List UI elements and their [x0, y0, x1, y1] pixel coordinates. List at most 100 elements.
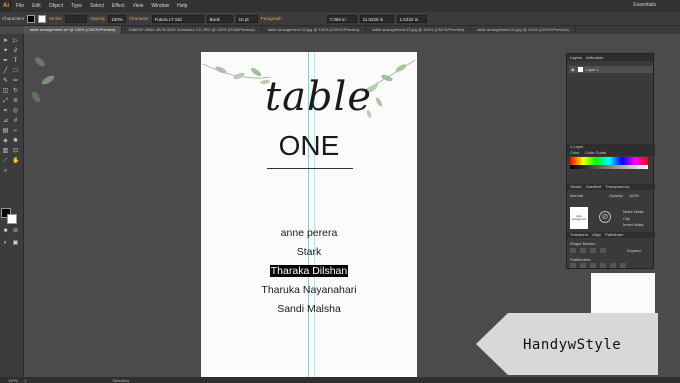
layer-name[interactable]: Layer 1 [586, 67, 599, 72]
eraser-icon[interactable]: ◫ [2, 88, 9, 95]
crop-icon[interactable] [600, 263, 606, 268]
color-spectrum[interactable] [570, 157, 648, 165]
artboard[interactable]: table ONE anne perera Stark Tharaka Dils… [201, 52, 417, 377]
stroke-swatch[interactable] [38, 14, 47, 23]
tab-layers[interactable]: Layers [570, 55, 582, 60]
zoom-level[interactable]: 100% [8, 378, 18, 383]
exclude-icon[interactable] [600, 248, 606, 253]
guest-names-list[interactable]: anne perera Stark Tharaka Dilshan Tharuk… [201, 224, 417, 319]
pen-tool-icon[interactable]: ✒ [2, 58, 9, 65]
draw-mode-icon[interactable]: ◐ [2, 240, 9, 247]
menu-window[interactable]: Window [147, 3, 173, 9]
menu-effect[interactable]: Effect [108, 3, 129, 9]
tab-stroke[interactable]: Stroke [570, 184, 582, 189]
zoom-icon[interactable]: ⌕ [2, 168, 9, 175]
tab-transparency[interactable]: Transparency [605, 184, 629, 189]
font-size-field[interactable]: 10 pt [235, 14, 258, 23]
w-field[interactable]: 1.0432 in [396, 14, 427, 23]
guest-name[interactable]: Stark [201, 243, 417, 262]
free-transform-icon[interactable]: ⌗ [2, 108, 9, 115]
x-field[interactable]: 7.056 in [326, 14, 357, 23]
paragraph-label[interactable]: Paragraph [261, 16, 282, 21]
layer-row[interactable]: ◉ Layer 1 [569, 66, 653, 73]
divide-icon[interactable] [570, 263, 576, 268]
minus-back-icon[interactable] [620, 263, 626, 268]
tab-document[interactable]: table arrangement 02.jpg @ 100% (CMYK/Pr… [262, 26, 367, 34]
expand-button[interactable]: Expand [627, 248, 641, 253]
unite-icon[interactable] [570, 248, 576, 253]
merge-icon[interactable] [590, 263, 596, 268]
scale-icon[interactable]: ⤢ [2, 98, 9, 105]
tab-artboards[interactable]: Artboards [586, 55, 603, 60]
rectangle-tool-icon[interactable]: □ [12, 68, 19, 75]
outline-icon[interactable] [610, 263, 616, 268]
intersect-icon[interactable] [590, 248, 596, 253]
workspace-switcher[interactable]: Essentials [633, 2, 656, 8]
slice-icon[interactable]: ⟋ [2, 158, 9, 165]
trim-icon[interactable] [580, 263, 586, 268]
stroke-label[interactable]: Stroke [49, 16, 62, 21]
y-field[interactable]: 11.0229 in [359, 14, 394, 23]
eye-icon[interactable]: ◉ [571, 67, 575, 72]
stroke-weight-field[interactable] [65, 14, 88, 23]
script-title[interactable]: table [265, 74, 372, 120]
lasso-icon[interactable]: ∂ [12, 48, 19, 55]
stroke-color-box[interactable] [7, 214, 17, 224]
fill-swatch[interactable] [27, 14, 36, 23]
tab-document[interactable]: table arrangement 04.jpg @ 100% (CMYK/Pr… [471, 26, 576, 34]
type-tool-icon[interactable]: T [12, 58, 19, 65]
direct-selection-tool-icon[interactable]: ▷ [12, 38, 19, 45]
tab-color[interactable]: Color [570, 150, 580, 155]
menu-select[interactable]: Select [86, 3, 108, 9]
tab-gradient[interactable]: Gradient [586, 184, 601, 189]
opacity-value[interactable]: 100% [629, 193, 639, 198]
opacity-label[interactable]: Opacity [90, 16, 105, 21]
tab-transform[interactable]: Transform [570, 232, 588, 237]
hand-icon[interactable]: ✋ [12, 158, 19, 165]
selection-tool-icon[interactable]: ➤ [2, 38, 9, 45]
minus-front-icon[interactable] [580, 248, 586, 253]
pencil-icon[interactable]: ✏ [12, 78, 19, 85]
gradient-icon[interactable]: ▤ [2, 128, 9, 135]
menu-file[interactable]: File [12, 3, 28, 9]
rotate-icon[interactable]: ↻ [12, 88, 19, 95]
width-tool-icon[interactable]: ≋ [12, 98, 19, 105]
tab-color-guide[interactable]: Color Guide [585, 150, 606, 155]
blend-mode-select[interactable]: Normal [570, 193, 583, 198]
artboard-tool-icon[interactable]: ⊡ [12, 148, 19, 155]
guest-name-selected[interactable]: Tharaka Dilshan [269, 265, 349, 277]
tab-document[interactable]: table arrangement.ai* @ 100% (CMYK/Previ… [24, 26, 123, 34]
character-label[interactable]: Character [129, 16, 149, 21]
table-number[interactable]: ONE [201, 130, 417, 162]
guest-name[interactable]: Sandi Malsha [201, 300, 417, 319]
color-mode-icon[interactable]: ■ [2, 228, 9, 235]
tab-document[interactable]: table arrangement 03.jpg @ 100% (CMYK/Pr… [366, 26, 472, 34]
eyedropper-icon[interactable]: ⌐ [12, 128, 19, 135]
font-style-field[interactable]: Book [206, 14, 233, 23]
grayscale-ramp[interactable] [570, 165, 648, 169]
blend-icon[interactable]: ◈ [2, 138, 9, 145]
screen-mode-icon[interactable]: ▣ [12, 240, 19, 247]
menu-view[interactable]: View [129, 3, 148, 9]
opacity-field[interactable]: 100% [108, 14, 126, 23]
magic-wand-icon[interactable]: ✦ [2, 48, 9, 55]
menu-type[interactable]: Type [67, 3, 86, 9]
clip-checkbox[interactable]: Clip [623, 216, 630, 221]
guest-name[interactable]: anne perera [201, 224, 417, 243]
line-tool-icon[interactable]: ╱ [2, 68, 9, 75]
tab-align[interactable]: Align [592, 232, 601, 237]
font-field[interactable]: Futura LT Std [151, 14, 204, 23]
artboard-number[interactable]: 1 [24, 378, 26, 383]
symbol-sprayer-icon[interactable]: ✺ [12, 138, 19, 145]
paintbrush-icon[interactable]: ✎ [2, 78, 9, 85]
tab-document[interactable]: D3BD9F-9B42-4B7B-9D57-Extracted CD.JPG @… [122, 26, 262, 34]
invert-mask-checkbox[interactable]: Invert Mask [623, 222, 644, 227]
graph-icon[interactable]: ▥ [2, 148, 9, 155]
none-mode-icon[interactable]: ⊘ [12, 228, 19, 235]
menu-help[interactable]: Help [173, 3, 191, 9]
menu-edit[interactable]: Edit [28, 3, 45, 9]
shape-builder-icon[interactable]: ◎ [12, 108, 19, 115]
make-mask-button[interactable]: Make Mask [623, 209, 643, 214]
tab-pathfinder[interactable]: Pathfinder [605, 232, 623, 237]
mesh-icon[interactable]: # [12, 118, 19, 125]
